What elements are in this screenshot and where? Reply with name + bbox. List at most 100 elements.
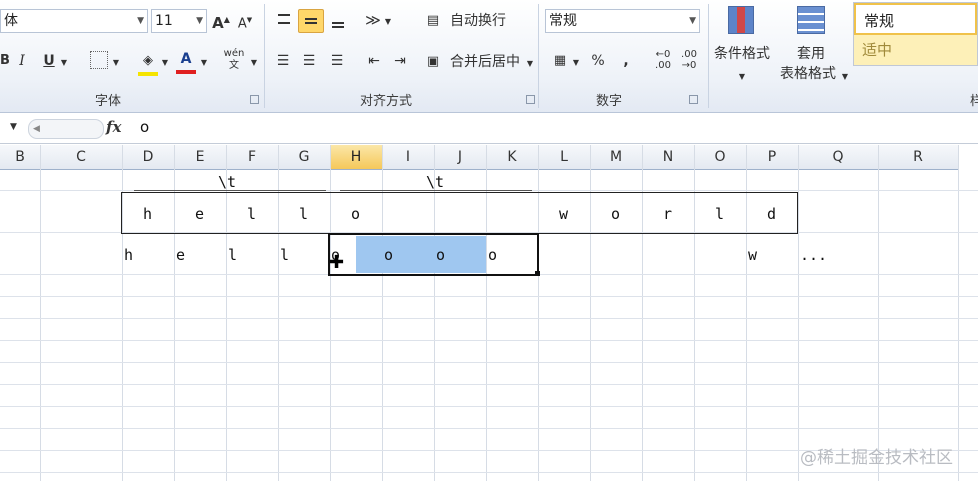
orientation-button[interactable]: ≫ [362, 9, 384, 31]
decrease-decimal-button[interactable]: .00 →0 [678, 49, 700, 71]
output-cell[interactable]: ... [800, 246, 827, 264]
conditional-format-dropdown-icon[interactable]: ▼ [738, 66, 746, 88]
column-header-f[interactable]: F [226, 145, 278, 170]
number-format-combo[interactable]: 常规 ▼ [545, 9, 700, 33]
selected-range[interactable] [328, 233, 539, 276]
grid-hline [0, 296, 978, 297]
align-right-button[interactable]: ☰ [326, 50, 348, 72]
align-top-button[interactable] [272, 9, 296, 33]
font-name-value: 体 [4, 13, 18, 29]
box-letter: w [559, 205, 569, 223]
column-header-q[interactable]: Q [798, 145, 878, 170]
tab-label: \t [218, 173, 237, 191]
comma-button[interactable]: , [620, 50, 632, 72]
table-format-button-line2[interactable]: 表格格式 [776, 63, 840, 85]
decrease-decimal-label: .00 [681, 49, 697, 60]
output-cell[interactable]: w [748, 246, 757, 264]
orientation-dropdown-icon[interactable]: ▼ [384, 11, 392, 33]
border-icon[interactable] [90, 51, 108, 69]
column-header-l[interactable]: L [538, 145, 590, 170]
number-dialog-launcher-icon[interactable] [689, 95, 698, 104]
column-header-d[interactable]: D [122, 145, 174, 170]
output-cell[interactable]: l [228, 246, 237, 264]
grid-hline [0, 472, 978, 473]
bold-partial-button[interactable]: B [0, 50, 10, 72]
output-cell[interactable]: l [280, 246, 289, 264]
output-cell[interactable]: h [124, 246, 133, 264]
decrease-indent-button[interactable]: ⇤ [363, 50, 385, 72]
alignment-dialog-launcher-icon[interactable] [526, 95, 535, 104]
column-header-p[interactable]: P [746, 145, 798, 170]
wrap-text-button[interactable]: 自动换行 [446, 10, 510, 32]
font-color-dropdown-icon[interactable]: ▼ [200, 52, 208, 74]
font-color-button[interactable]: A [176, 48, 196, 74]
align-center-button[interactable]: ☰ [298, 50, 320, 72]
cell-styles-gallery[interactable]: 常规 适中 [853, 2, 978, 66]
align-middle-button[interactable] [298, 9, 324, 33]
phonetic-dropdown-icon[interactable]: ▼ [250, 52, 258, 74]
grid-hline [0, 362, 978, 363]
font-name-combo[interactable]: 体 ▼ [0, 9, 148, 33]
column-header-r[interactable]: R [878, 145, 958, 170]
font-size-combo[interactable]: 11 ▼ [151, 9, 207, 33]
border-dropdown-icon[interactable]: ▼ [112, 52, 120, 74]
output-cell[interactable]: o [488, 246, 497, 264]
output-cell[interactable]: o [384, 246, 393, 264]
box-letter: l [299, 205, 309, 223]
wrap-icon: ▤ [426, 13, 440, 28]
conditional-format-icon[interactable] [728, 6, 754, 34]
table-format-button-line1[interactable]: 套用 [792, 43, 830, 65]
group-alignment-label: 对齐方式 [360, 94, 413, 109]
decrease-font-label: A [237, 16, 247, 32]
column-header-g[interactable]: G [278, 145, 330, 170]
style-neutral[interactable]: 适中 [854, 35, 977, 65]
formula-input[interactable]: o [140, 118, 149, 136]
fill-dropdown-icon[interactable]: ▼ [161, 52, 169, 74]
align-left-button[interactable]: ☰ [272, 50, 294, 72]
style-normal[interactable]: 常规 [854, 3, 977, 35]
column-header-i[interactable]: I [382, 145, 434, 170]
phonetic-button[interactable]: wén 文 [222, 48, 246, 72]
font-dialog-launcher-icon[interactable] [250, 95, 259, 104]
column-header-b[interactable]: B [0, 145, 40, 170]
underline-button[interactable]: U [40, 50, 58, 72]
currency-icon[interactable]: ▦ [550, 50, 570, 72]
underline-dropdown-icon[interactable]: ▼ [60, 52, 68, 74]
column-header-k[interactable]: K [486, 145, 538, 170]
fx-icon[interactable]: fx [106, 118, 121, 136]
formula-bar-handle[interactable]: ◀ [28, 119, 104, 139]
increase-font-button[interactable]: A▲ [212, 9, 230, 34]
italic-button[interactable]: I [14, 50, 30, 72]
group-font-label: 字体 [95, 94, 122, 109]
fill-handle[interactable] [535, 271, 540, 276]
output-cell[interactable]: e [176, 246, 185, 264]
merge-center-button[interactable]: 合并后居中 [446, 51, 524, 73]
column-header-m[interactable]: M [590, 145, 642, 170]
column-header-o[interactable]: O [694, 145, 746, 170]
currency-dropdown-icon[interactable]: ▼ [572, 52, 580, 74]
grid-hline [0, 428, 978, 429]
column-header-h[interactable]: H [330, 145, 382, 170]
column-header-n[interactable]: N [642, 145, 694, 170]
fill-color-icon[interactable]: ◈ [138, 50, 158, 76]
percent-button[interactable]: % [590, 50, 606, 72]
column-header-e[interactable]: E [174, 145, 226, 170]
align-bottom-button[interactable] [326, 9, 350, 33]
box-letter: h [143, 205, 153, 223]
box-letter: o [351, 205, 361, 223]
name-box-dropdown-icon[interactable]: ▼ [10, 122, 17, 132]
table-format-icon[interactable] [797, 6, 825, 34]
conditional-format-button[interactable]: 条件格式 [706, 43, 778, 65]
increase-decimal-button[interactable]: ←0.00 [652, 49, 674, 71]
column-header-c[interactable]: C [40, 145, 122, 170]
decrease-font-button[interactable]: A▼ [236, 9, 254, 35]
table-format-dropdown-icon[interactable]: ▼ [841, 66, 849, 88]
output-cell[interactable]: o [436, 246, 445, 264]
grid-hline [0, 318, 978, 319]
column-header-j[interactable]: J [434, 145, 486, 170]
divider [538, 4, 539, 108]
merge-dropdown-icon[interactable]: ▼ [526, 53, 534, 75]
increase-indent-button[interactable]: ⇥ [389, 50, 411, 72]
chevron-down-icon: ▼ [196, 16, 203, 26]
grid-hline [0, 384, 978, 385]
